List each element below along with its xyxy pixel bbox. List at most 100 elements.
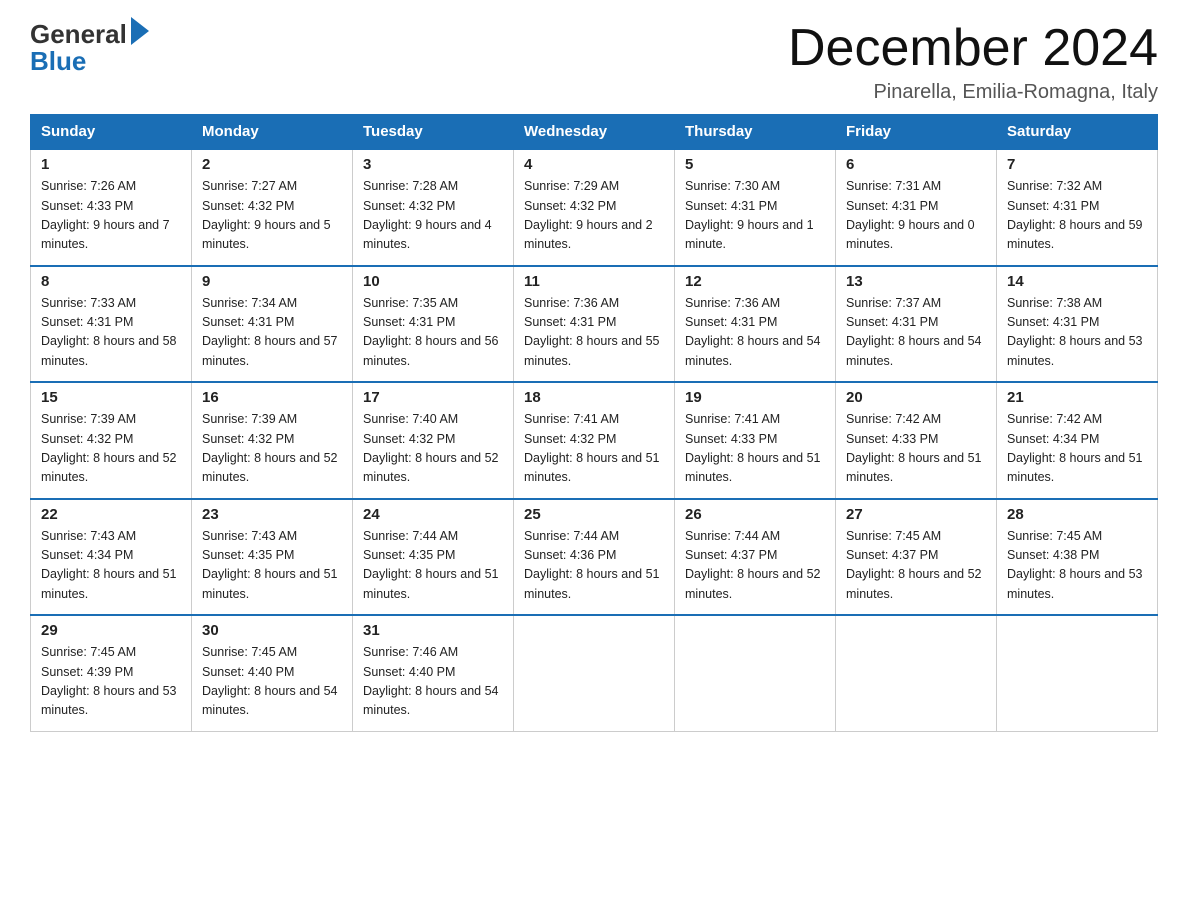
day-number: 21 <box>1007 389 1147 406</box>
day-number: 8 <box>41 273 181 290</box>
calendar-header-row: SundayMondayTuesdayWednesdayThursdayFrid… <box>31 115 1158 150</box>
calendar-day-cell: 7 Sunrise: 7:32 AMSunset: 4:31 PMDayligh… <box>997 149 1158 266</box>
calendar-day-cell: 18 Sunrise: 7:41 AMSunset: 4:32 PMDaylig… <box>514 382 675 499</box>
day-info: Sunrise: 7:27 AMSunset: 4:32 PMDaylight:… <box>202 177 342 255</box>
day-info: Sunrise: 7:36 AMSunset: 4:31 PMDaylight:… <box>524 294 664 372</box>
calendar-day-cell: 10 Sunrise: 7:35 AMSunset: 4:31 PMDaylig… <box>353 266 514 383</box>
day-info: Sunrise: 7:43 AMSunset: 4:34 PMDaylight:… <box>41 527 181 605</box>
calendar-day-header: Wednesday <box>514 115 675 150</box>
day-number: 9 <box>202 273 342 290</box>
day-info: Sunrise: 7:29 AMSunset: 4:32 PMDaylight:… <box>524 177 664 255</box>
calendar-day-cell: 13 Sunrise: 7:37 AMSunset: 4:31 PMDaylig… <box>836 266 997 383</box>
calendar-day-header: Friday <box>836 115 997 150</box>
logo-general: General <box>30 21 127 47</box>
day-info: Sunrise: 7:45 AMSunset: 4:38 PMDaylight:… <box>1007 527 1147 605</box>
title-block: December 2024 Pinarella, Emilia-Romagna,… <box>788 20 1158 104</box>
calendar-day-cell: 16 Sunrise: 7:39 AMSunset: 4:32 PMDaylig… <box>192 382 353 499</box>
calendar-day-cell: 29 Sunrise: 7:45 AMSunset: 4:39 PMDaylig… <box>31 615 192 731</box>
day-number: 16 <box>202 389 342 406</box>
day-number: 18 <box>524 389 664 406</box>
calendar-day-cell: 11 Sunrise: 7:36 AMSunset: 4:31 PMDaylig… <box>514 266 675 383</box>
day-info: Sunrise: 7:46 AMSunset: 4:40 PMDaylight:… <box>363 643 503 721</box>
day-number: 11 <box>524 273 664 290</box>
day-number: 6 <box>846 156 986 173</box>
calendar-day-cell: 28 Sunrise: 7:45 AMSunset: 4:38 PMDaylig… <box>997 499 1158 616</box>
day-number: 31 <box>363 622 503 639</box>
day-number: 19 <box>685 389 825 406</box>
day-info: Sunrise: 7:45 AMSunset: 4:37 PMDaylight:… <box>846 527 986 605</box>
calendar-day-cell: 31 Sunrise: 7:46 AMSunset: 4:40 PMDaylig… <box>353 615 514 731</box>
day-info: Sunrise: 7:30 AMSunset: 4:31 PMDaylight:… <box>685 177 825 255</box>
day-number: 28 <box>1007 506 1147 523</box>
day-number: 14 <box>1007 273 1147 290</box>
day-info: Sunrise: 7:34 AMSunset: 4:31 PMDaylight:… <box>202 294 342 372</box>
day-info: Sunrise: 7:35 AMSunset: 4:31 PMDaylight:… <box>363 294 503 372</box>
day-number: 22 <box>41 506 181 523</box>
day-number: 27 <box>846 506 986 523</box>
day-number: 29 <box>41 622 181 639</box>
day-info: Sunrise: 7:39 AMSunset: 4:32 PMDaylight:… <box>202 410 342 488</box>
day-info: Sunrise: 7:44 AMSunset: 4:37 PMDaylight:… <box>685 527 825 605</box>
day-number: 13 <box>846 273 986 290</box>
day-info: Sunrise: 7:33 AMSunset: 4:31 PMDaylight:… <box>41 294 181 372</box>
calendar-day-cell: 12 Sunrise: 7:36 AMSunset: 4:31 PMDaylig… <box>675 266 836 383</box>
logo-blue: Blue <box>30 48 86 74</box>
calendar-week-row: 1 Sunrise: 7:26 AMSunset: 4:33 PMDayligh… <box>31 149 1158 266</box>
calendar-table: SundayMondayTuesdayWednesdayThursdayFrid… <box>30 114 1158 732</box>
logo-arrow-icon <box>131 17 149 45</box>
day-info: Sunrise: 7:44 AMSunset: 4:35 PMDaylight:… <box>363 527 503 605</box>
calendar-day-cell: 15 Sunrise: 7:39 AMSunset: 4:32 PMDaylig… <box>31 382 192 499</box>
calendar-day-header: Monday <box>192 115 353 150</box>
day-info: Sunrise: 7:41 AMSunset: 4:32 PMDaylight:… <box>524 410 664 488</box>
day-info: Sunrise: 7:41 AMSunset: 4:33 PMDaylight:… <box>685 410 825 488</box>
calendar-day-header: Thursday <box>675 115 836 150</box>
calendar-day-cell: 2 Sunrise: 7:27 AMSunset: 4:32 PMDayligh… <box>192 149 353 266</box>
day-number: 3 <box>363 156 503 173</box>
calendar-day-cell: 9 Sunrise: 7:34 AMSunset: 4:31 PMDayligh… <box>192 266 353 383</box>
day-number: 4 <box>524 156 664 173</box>
day-info: Sunrise: 7:32 AMSunset: 4:31 PMDaylight:… <box>1007 177 1147 255</box>
calendar-day-cell: 30 Sunrise: 7:45 AMSunset: 4:40 PMDaylig… <box>192 615 353 731</box>
day-number: 10 <box>363 273 503 290</box>
day-info: Sunrise: 7:28 AMSunset: 4:32 PMDaylight:… <box>363 177 503 255</box>
calendar-day-cell: 20 Sunrise: 7:42 AMSunset: 4:33 PMDaylig… <box>836 382 997 499</box>
calendar-day-cell <box>514 615 675 731</box>
calendar-day-cell: 25 Sunrise: 7:44 AMSunset: 4:36 PMDaylig… <box>514 499 675 616</box>
calendar-day-cell: 14 Sunrise: 7:38 AMSunset: 4:31 PMDaylig… <box>997 266 1158 383</box>
day-number: 25 <box>524 506 664 523</box>
day-info: Sunrise: 7:45 AMSunset: 4:39 PMDaylight:… <box>41 643 181 721</box>
calendar-day-cell: 1 Sunrise: 7:26 AMSunset: 4:33 PMDayligh… <box>31 149 192 266</box>
calendar-day-cell <box>836 615 997 731</box>
day-number: 20 <box>846 389 986 406</box>
month-title: December 2024 <box>788 20 1158 77</box>
calendar-day-header: Saturday <box>997 115 1158 150</box>
day-number: 17 <box>363 389 503 406</box>
day-info: Sunrise: 7:42 AMSunset: 4:33 PMDaylight:… <box>846 410 986 488</box>
calendar-day-cell: 4 Sunrise: 7:29 AMSunset: 4:32 PMDayligh… <box>514 149 675 266</box>
day-info: Sunrise: 7:42 AMSunset: 4:34 PMDaylight:… <box>1007 410 1147 488</box>
calendar-day-cell <box>675 615 836 731</box>
day-number: 7 <box>1007 156 1147 173</box>
day-number: 15 <box>41 389 181 406</box>
location-subtitle: Pinarella, Emilia-Romagna, Italy <box>788 81 1158 104</box>
day-number: 1 <box>41 156 181 173</box>
day-number: 26 <box>685 506 825 523</box>
day-info: Sunrise: 7:26 AMSunset: 4:33 PMDaylight:… <box>41 177 181 255</box>
calendar-day-cell: 5 Sunrise: 7:30 AMSunset: 4:31 PMDayligh… <box>675 149 836 266</box>
calendar-week-row: 8 Sunrise: 7:33 AMSunset: 4:31 PMDayligh… <box>31 266 1158 383</box>
calendar-day-cell <box>997 615 1158 731</box>
calendar-day-header: Tuesday <box>353 115 514 150</box>
calendar-day-cell: 8 Sunrise: 7:33 AMSunset: 4:31 PMDayligh… <box>31 266 192 383</box>
day-number: 23 <box>202 506 342 523</box>
day-info: Sunrise: 7:39 AMSunset: 4:32 PMDaylight:… <box>41 410 181 488</box>
calendar-day-cell: 26 Sunrise: 7:44 AMSunset: 4:37 PMDaylig… <box>675 499 836 616</box>
day-info: Sunrise: 7:45 AMSunset: 4:40 PMDaylight:… <box>202 643 342 721</box>
calendar-day-cell: 24 Sunrise: 7:44 AMSunset: 4:35 PMDaylig… <box>353 499 514 616</box>
day-info: Sunrise: 7:36 AMSunset: 4:31 PMDaylight:… <box>685 294 825 372</box>
day-number: 2 <box>202 156 342 173</box>
logo: General Blue <box>30 20 149 74</box>
calendar-day-cell: 19 Sunrise: 7:41 AMSunset: 4:33 PMDaylig… <box>675 382 836 499</box>
calendar-day-cell: 23 Sunrise: 7:43 AMSunset: 4:35 PMDaylig… <box>192 499 353 616</box>
calendar-day-cell: 17 Sunrise: 7:40 AMSunset: 4:32 PMDaylig… <box>353 382 514 499</box>
day-number: 24 <box>363 506 503 523</box>
